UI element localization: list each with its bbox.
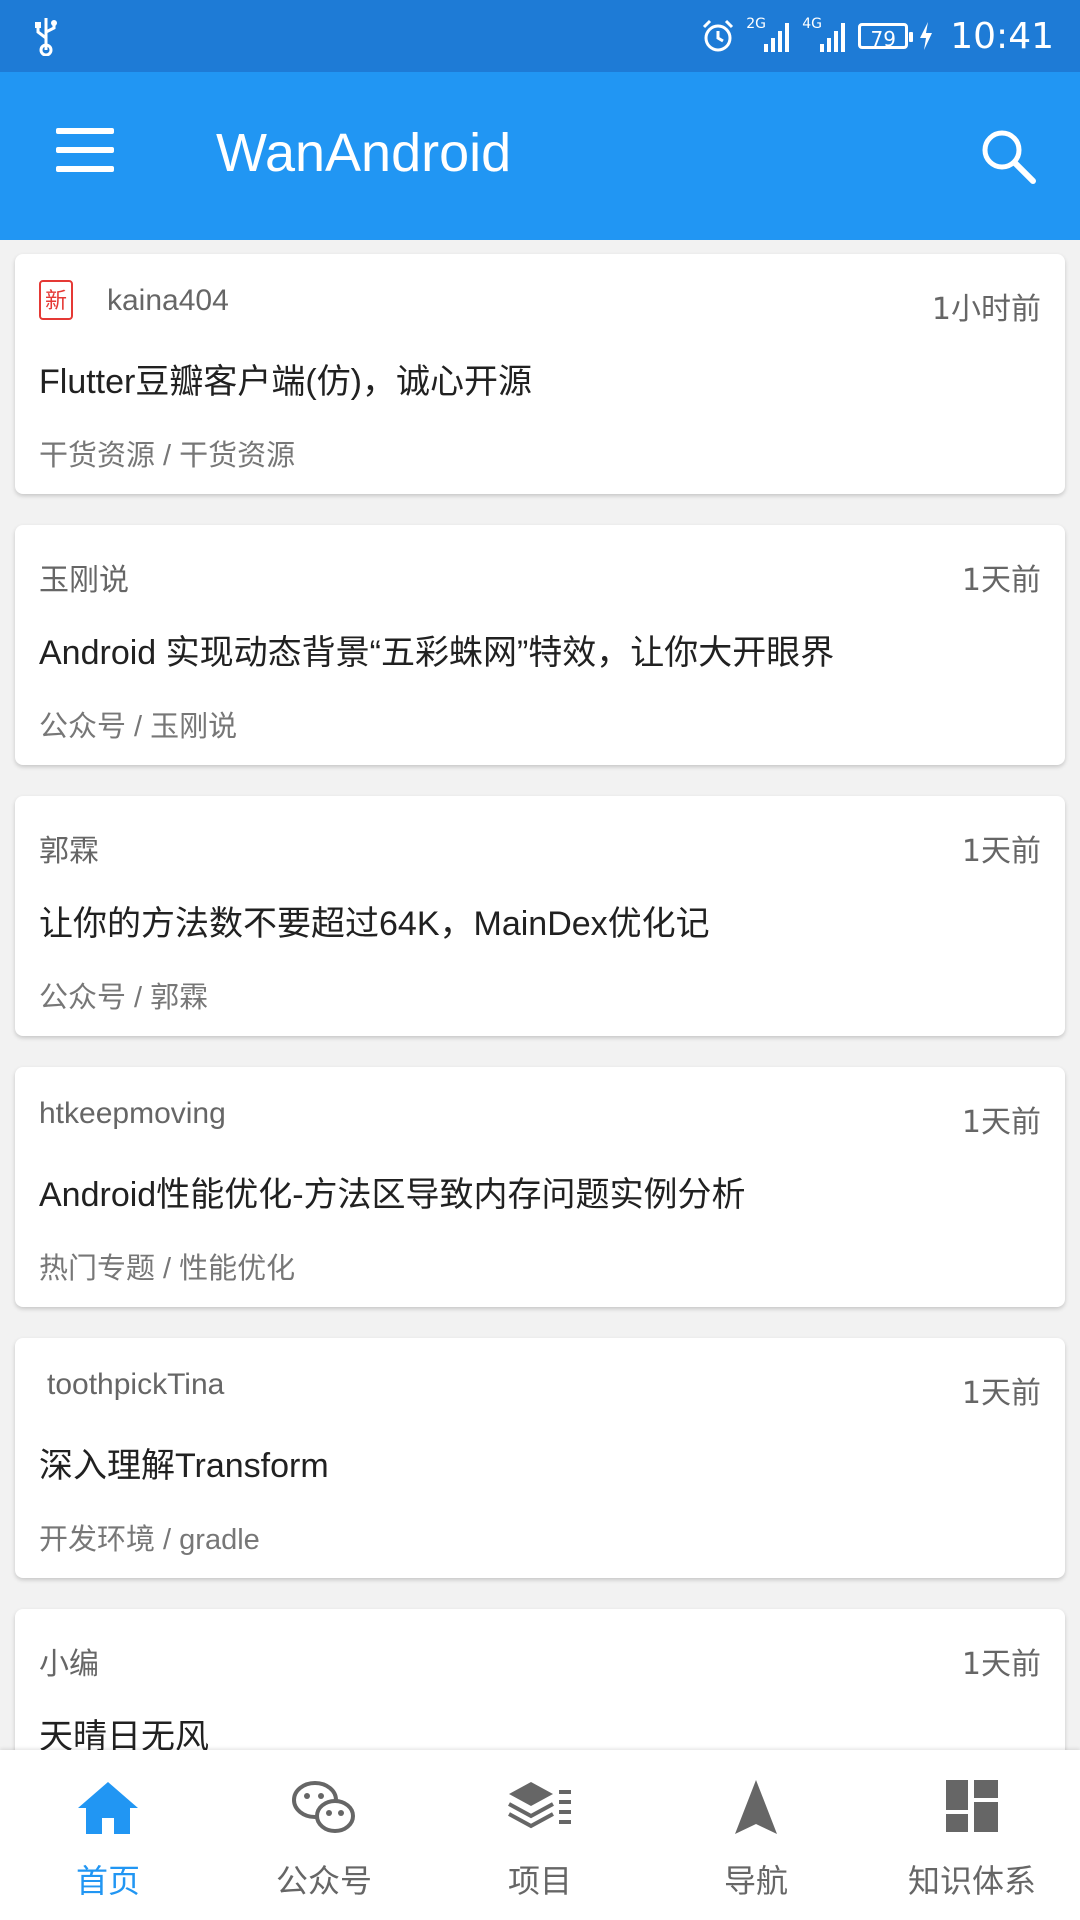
nav-item-home[interactable]: 首页 [0, 1750, 216, 1920]
clock: 10:41 [950, 15, 1054, 57]
app-title: WanAndroid [216, 123, 512, 183]
article-card[interactable]: 小编 1天前 天晴日无风 [15, 1609, 1065, 1750]
article-author: 郭霖 [39, 835, 99, 868]
nav-label: 项目 [507, 1862, 572, 1900]
status-icons: 2G 4G 79 10:41 [700, 8, 1054, 64]
article-time: 1天前 [961, 563, 1041, 598]
nav-label: 导航 [723, 1862, 788, 1900]
home-icon [78, 1782, 138, 1834]
article-title: Flutter豆瓣客户端(仿)，诚心开源 [39, 363, 532, 401]
article-title: 天晴日无风 [39, 1718, 209, 1750]
article-time: 1天前 [961, 1647, 1041, 1682]
article-author: 玉刚说 [39, 564, 129, 597]
article-time: 1天前 [961, 1376, 1041, 1411]
article-time: 1天前 [961, 834, 1041, 869]
charging-icon [920, 22, 933, 50]
bottom-navigation: 首页 公众号 项目 导航 知识体系 [0, 1750, 1080, 1920]
search-icon[interactable] [978, 126, 1038, 186]
menu-icon[interactable] [56, 128, 114, 172]
nav-item-knowledge[interactable]: 知识体系 [864, 1750, 1080, 1920]
article-card[interactable]: htkeepmoving 1天前 Android性能优化-方法区导致内存问题实例… [15, 1067, 1065, 1307]
article-category[interactable]: 公众号 / 郭霖 [39, 974, 208, 1016]
nav-item-navigation[interactable]: 导航 [648, 1750, 864, 1920]
wechat-icon [292, 1781, 355, 1833]
article-author: kaina404 [107, 284, 229, 317]
nav-label: 公众号 [275, 1862, 372, 1900]
article-time: 1天前 [961, 1105, 1041, 1140]
article-title: Android性能优化-方法区导致内存问题实例分析 [39, 1176, 746, 1214]
new-badge: 新 [39, 280, 73, 320]
nav-label: 知识体系 [907, 1862, 1036, 1900]
app-bar: WanAndroid [0, 72, 1080, 240]
article-category[interactable]: 热门专题 / 性能优化 [39, 1245, 295, 1287]
article-card[interactable]: 新 kaina404 1小时前 Flutter豆瓣客户端(仿)，诚心开源 干货资… [15, 254, 1065, 494]
article-category[interactable]: 干货资源 / 干货资源 [39, 432, 295, 474]
article-title: 深入理解Transform [39, 1447, 329, 1485]
article-title: Android 实现动态背景“五彩蛛网”特效，让你大开眼界 [39, 634, 835, 672]
article-author: 小编 [39, 1648, 99, 1681]
dashboard-icon [946, 1780, 998, 1832]
article-title: 让你的方法数不要超过64K，MainDex优化记 [39, 905, 710, 943]
nav-item-projects[interactable]: 项目 [432, 1750, 648, 1920]
status-bar: 2G 4G 79 10:41 [0, 0, 1080, 72]
navigation-arrow-icon [735, 1780, 777, 1834]
article-author: toothpickTina [47, 1368, 225, 1401]
signal-2g: 2G [746, 16, 792, 54]
battery-indicator: 79 [858, 23, 914, 51]
signal-bars-icon [820, 23, 846, 52]
article-author: htkeepmoving [39, 1097, 226, 1130]
layers-icon [508, 1782, 571, 1829]
article-time: 1小时前 [931, 292, 1041, 327]
signal-bars-icon [764, 23, 790, 52]
nav-item-wechat[interactable]: 公众号 [216, 1750, 432, 1920]
alarm-icon [703, 19, 734, 52]
nav-label: 首页 [75, 1862, 140, 1900]
article-card[interactable]: 玉刚说 1天前 Android 实现动态背景“五彩蛛网”特效，让你大开眼界 公众… [15, 525, 1065, 765]
usb-icon [35, 18, 57, 56]
article-list[interactable]: 新 kaina404 1小时前 Flutter豆瓣客户端(仿)，诚心开源 干货资… [0, 240, 1080, 1750]
article-card[interactable]: 郭霖 1天前 让你的方法数不要超过64K，MainDex优化记 公众号 / 郭霖 [15, 796, 1065, 1036]
signal-4g: 4G [802, 16, 848, 54]
article-category[interactable]: 公众号 / 玉刚说 [39, 703, 237, 745]
article-card[interactable]: toothpickTina 1天前 深入理解Transform 开发环境 / g… [15, 1338, 1065, 1578]
article-category[interactable]: 开发环境 / gradle [39, 1516, 260, 1558]
